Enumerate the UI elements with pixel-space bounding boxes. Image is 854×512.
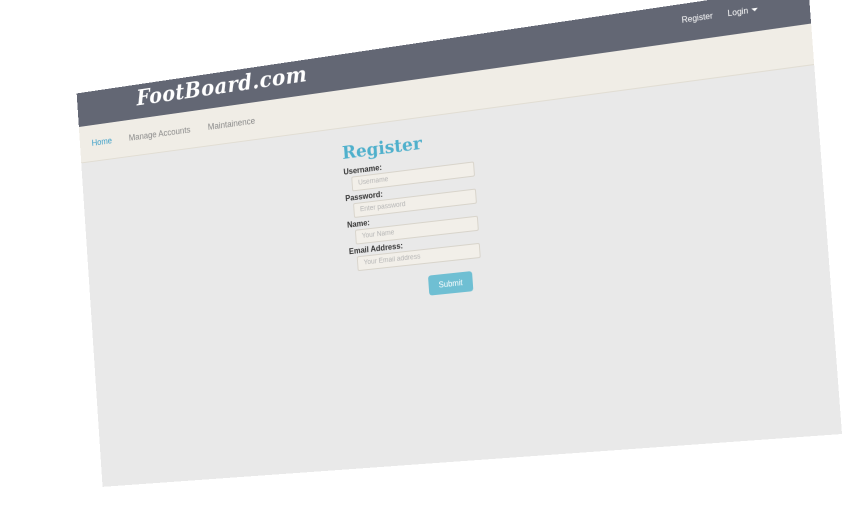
- register-form: Register Username: Password: Name: Email…: [341, 126, 485, 303]
- browser-page: FootBoard.com Register Login Home Manage…: [77, 0, 842, 487]
- login-dropdown[interactable]: Login: [727, 5, 758, 19]
- login-label: Login: [727, 6, 748, 18]
- nav-item-manage-accounts[interactable]: Manage Accounts: [129, 125, 191, 143]
- nav-item-home[interactable]: Home: [91, 136, 112, 148]
- submit-button[interactable]: Submit: [428, 271, 473, 296]
- caret-down-icon: [751, 8, 758, 12]
- register-link[interactable]: Register: [681, 11, 713, 25]
- nav-item-maintainence[interactable]: Maintainence: [207, 116, 255, 132]
- scene: FootBoard.com Register Login Home Manage…: [0, 0, 854, 512]
- top-links: Register Login: [681, 5, 758, 25]
